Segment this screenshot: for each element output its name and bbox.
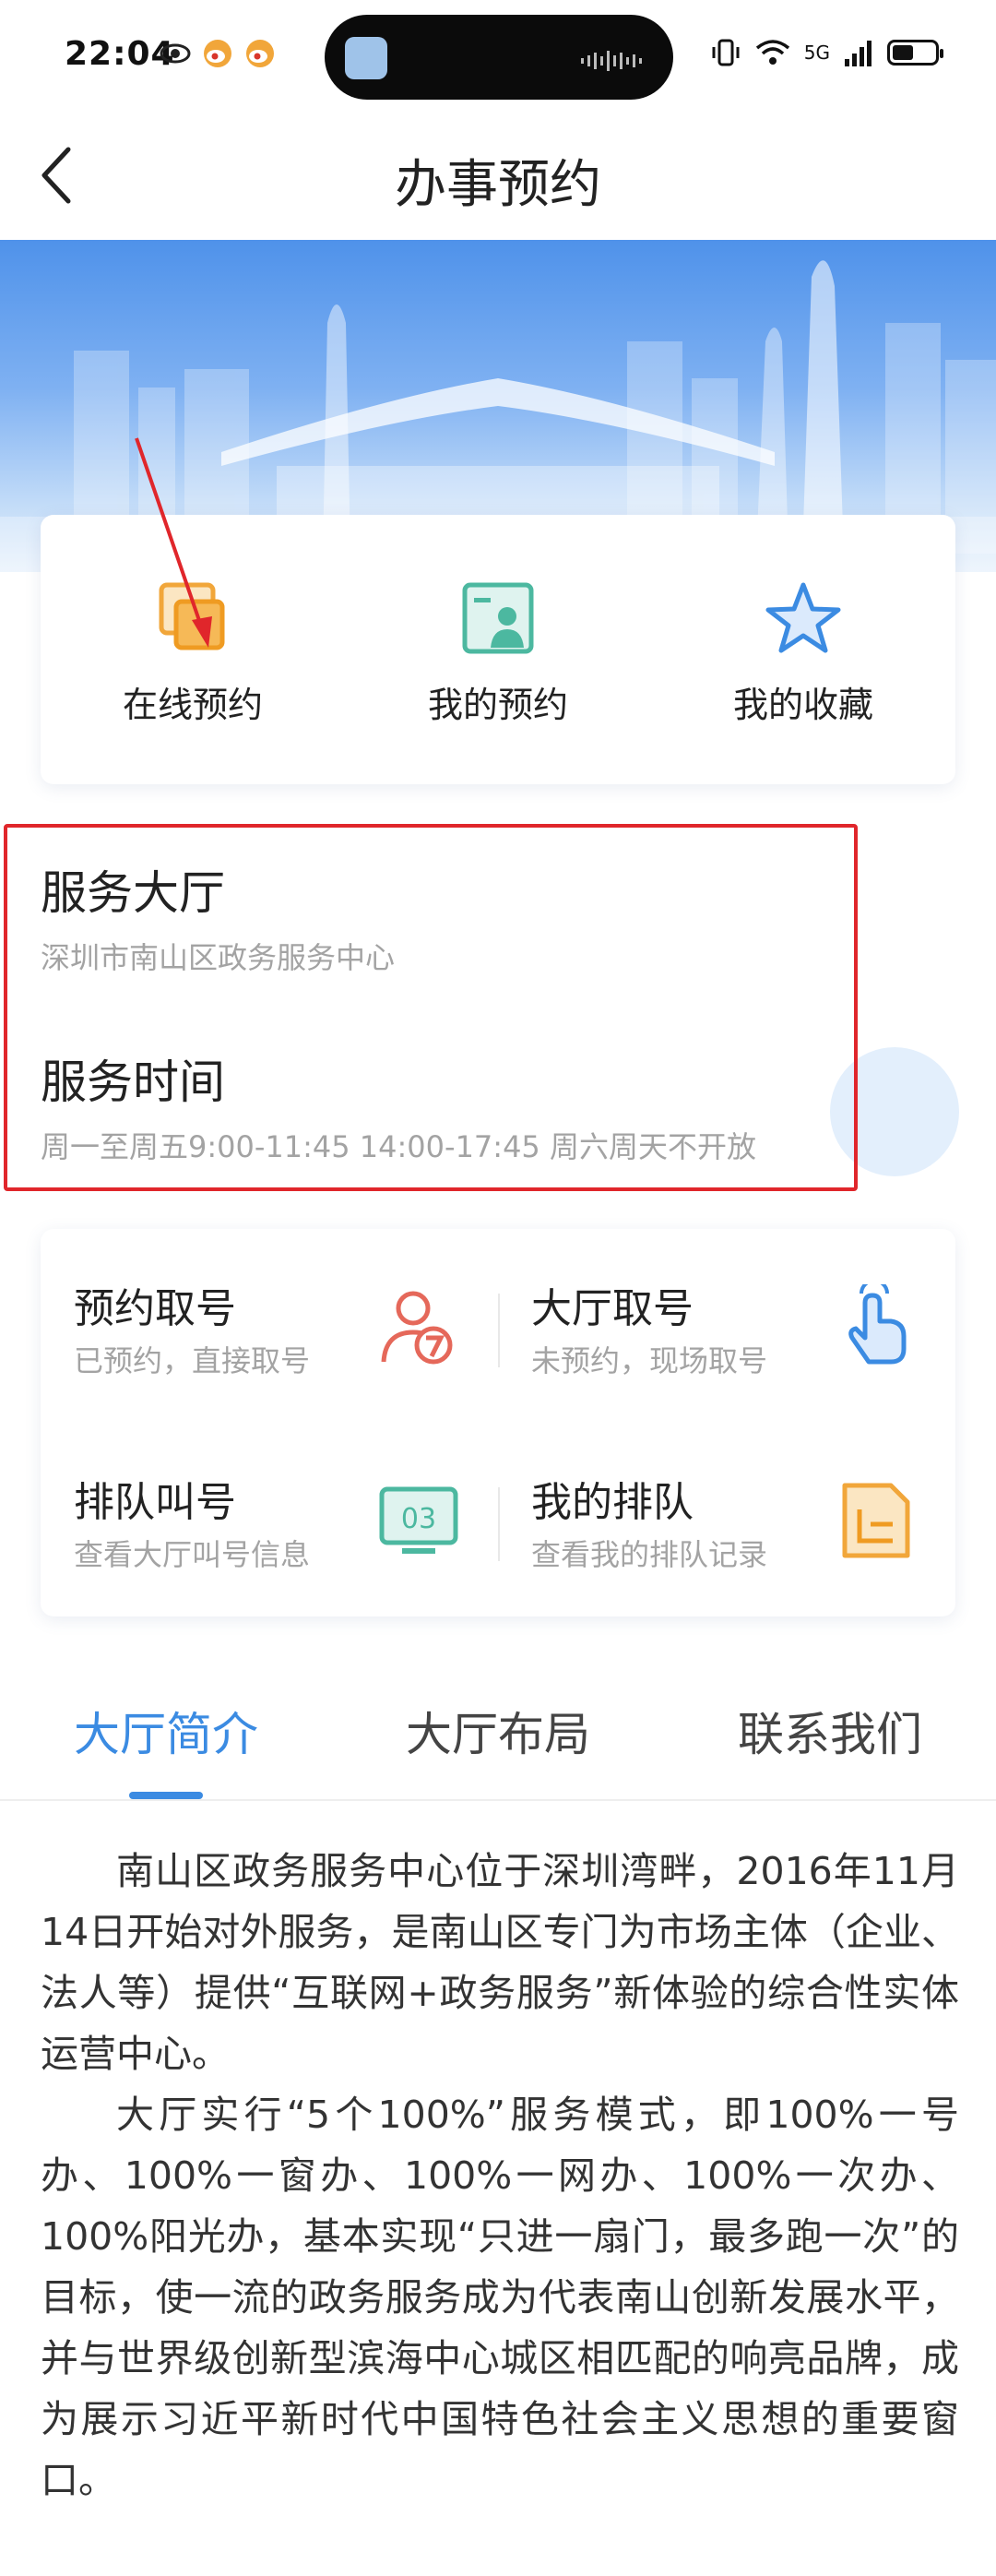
tile-subtitle: 已预约，直接取号 bbox=[74, 1343, 311, 1378]
tap-hand-icon bbox=[848, 1284, 907, 1365]
hall-number-tile[interactable]: 大厅取号 未预约，现场取号 bbox=[498, 1229, 955, 1423]
highlight-box bbox=[4, 824, 858, 1191]
divider bbox=[498, 1294, 500, 1367]
tile-title: 我的排队 bbox=[531, 1479, 694, 1526]
tab-bar: 大厅简介 大厅布局 联系我们 bbox=[0, 1661, 996, 1801]
queue-badge: 03 bbox=[401, 1503, 436, 1535]
document-icon bbox=[842, 1483, 910, 1558]
divider bbox=[498, 1487, 500, 1561]
tab-hall-intro[interactable]: 大厅简介 bbox=[74, 1698, 258, 1764]
queue-display-icon: 03 bbox=[379, 1486, 458, 1554]
services-card: 预约取号 已预约，直接取号 大厅取号 未预约，现场取号 排队叫号 查看大厅叫号信… bbox=[41, 1229, 955, 1616]
my-queue-tile[interactable]: 我的排队 查看我的排队记录 bbox=[498, 1423, 955, 1616]
active-tab-indicator bbox=[129, 1792, 203, 1799]
queue-call-tile[interactable]: 排队叫号 查看大厅叫号信息 03 bbox=[41, 1423, 498, 1616]
tile-title: 排队叫号 bbox=[74, 1479, 236, 1526]
tile-subtitle: 查看大厅叫号信息 bbox=[74, 1537, 311, 1572]
tile-subtitle: 查看我的排队记录 bbox=[531, 1537, 768, 1572]
tile-title: 预约取号 bbox=[74, 1285, 236, 1332]
tab-hall-layout[interactable]: 大厅布局 bbox=[406, 1698, 590, 1764]
intro-paragraph: 大厅实行“5个100%”服务模式，即100%一号办、100%一窗办、100%一网… bbox=[41, 2093, 959, 2502]
reservation-number-tile[interactable]: 预约取号 已预约，直接取号 bbox=[41, 1229, 498, 1423]
reservation-number-icon bbox=[381, 1291, 453, 1365]
intro-paragraph: 南山区政务服务中心位于深圳湾畔，2016年11月14日开始对外服务，是南山区专门… bbox=[41, 1849, 959, 2076]
intro-content: 南山区政务服务中心位于深圳湾畔，2016年11月14日开始对外服务，是南山区专门… bbox=[41, 1841, 959, 2510]
tile-subtitle: 未预约，现场取号 bbox=[531, 1343, 768, 1378]
annotation-arrow bbox=[135, 437, 212, 648]
tile-title: 大厅取号 bbox=[531, 1285, 694, 1332]
tab-contact-us[interactable]: 联系我们 bbox=[738, 1698, 922, 1764]
